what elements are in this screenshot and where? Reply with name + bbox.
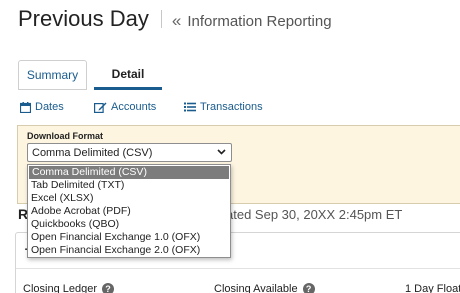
option-txt[interactable]: Tab Delimited (TXT) bbox=[28, 179, 230, 192]
download-format-options[interactable]: Comma Delimited (CSV) Tab Delimited (TXT… bbox=[27, 164, 231, 258]
edit-icon bbox=[94, 102, 107, 113]
breadcrumb-label[interactable]: Information Reporting bbox=[187, 13, 331, 30]
option-xlsx[interactable]: Excel (XLSX) bbox=[28, 192, 230, 205]
transactions-link[interactable]: Transactions bbox=[184, 101, 263, 113]
accounts-label[interactable]: Accounts bbox=[111, 101, 156, 113]
help-icon[interactable]: ? bbox=[302, 283, 315, 293]
header-divider bbox=[160, 10, 162, 28]
download-format-select[interactable]: Comma Delimited (CSV) bbox=[27, 143, 232, 162]
transactions-label[interactable]: Transactions bbox=[200, 101, 263, 113]
view-tabs: Summary Detail bbox=[18, 60, 460, 91]
last-updated-text: ated Sep 30, 20XX 2:45pm ET bbox=[226, 207, 403, 222]
download-format-value: Comma Delimited (CSV) bbox=[32, 147, 153, 159]
download-format-label: Download Format bbox=[27, 131, 103, 141]
metric-label: 1 Day Float bbox=[405, 283, 460, 293]
breadcrumb[interactable]: « Information Reporting bbox=[172, 11, 332, 31]
calendar-icon bbox=[20, 101, 31, 113]
option-pdf[interactable]: Adobe Acrobat (PDF) bbox=[28, 205, 230, 218]
tab-detail[interactable]: Detail bbox=[94, 60, 162, 90]
option-ofx-2[interactable]: Open Financial Exchange 2.0 (OFX) bbox=[28, 244, 230, 257]
metric-closing-available: Closing Available ? bbox=[214, 283, 315, 293]
option-csv[interactable]: Comma Delimited (CSV) bbox=[29, 166, 229, 179]
option-qbo[interactable]: Quickbooks (QBO) bbox=[28, 218, 230, 231]
page-header: Previous Day « Information Reporting bbox=[18, 6, 332, 36]
dates-link[interactable]: Dates bbox=[20, 101, 64, 113]
dates-label[interactable]: Dates bbox=[35, 101, 64, 113]
tab-summary[interactable]: Summary bbox=[18, 60, 87, 90]
option-ofx-1[interactable]: Open Financial Exchange 1.0 (OFX) bbox=[28, 231, 230, 244]
double-chevron-left-icon: « bbox=[171, 11, 182, 30]
list-icon bbox=[184, 102, 196, 112]
help-icon[interactable]: ? bbox=[102, 283, 114, 293]
chevron-down-icon bbox=[217, 149, 226, 155]
metric-label: Closing Ledger bbox=[23, 283, 97, 293]
card-divider bbox=[16, 268, 460, 269]
metric-label: Closing Available bbox=[214, 283, 298, 293]
accounts-link[interactable]: Accounts bbox=[94, 101, 156, 113]
page-title: Previous Day bbox=[18, 6, 149, 31]
metric-one-day-float: 1 Day Float bbox=[405, 283, 460, 293]
metric-closing-ledger: Closing Ledger ? bbox=[23, 283, 114, 293]
